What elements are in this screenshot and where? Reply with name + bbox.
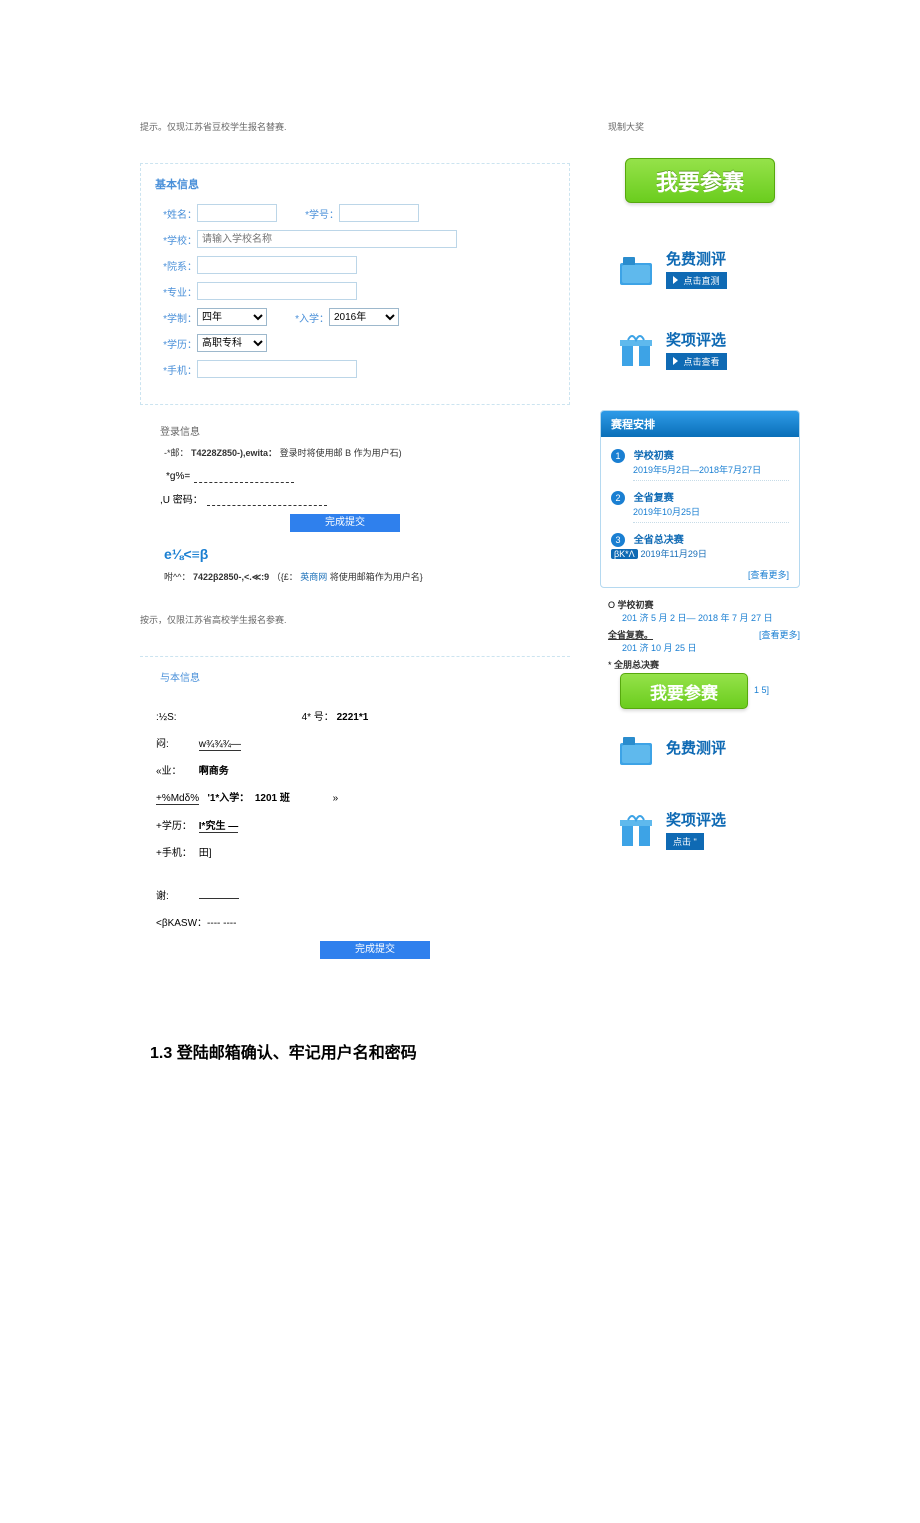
pwd-label: *g%= (166, 471, 190, 482)
hint-right: 现制大奖 (608, 120, 800, 133)
f2-mail-underline (199, 887, 239, 899)
submit-button-2[interactable]: 完成提交 (320, 941, 430, 959)
link-text[interactable]: 英商网 (300, 572, 327, 582)
award-item[interactable]: 奖项评选 点击查看 (600, 329, 800, 370)
award-tag-2[interactable]: 点击 " (666, 833, 704, 850)
award-item-2[interactable]: 奖项评选 点击 " (600, 809, 800, 850)
folder-icon (616, 249, 656, 289)
sch-num-1: 1 (611, 449, 625, 463)
award-tag[interactable]: 点击查看 (666, 353, 727, 370)
dept-label: 院系： (155, 258, 197, 273)
f2-mail-label: 谢: (156, 887, 196, 902)
sch-title-3: 全省总决赛 (634, 535, 684, 546)
join-button[interactable]: 我要参赛 (625, 158, 775, 203)
login-note: -*邮： T4228Z850-),ewita： 登录时将使用邮 B 作为用户石) (164, 446, 570, 459)
degree-label: 学历： (155, 336, 197, 351)
schedule-more[interactable]: [查看更多] (611, 568, 789, 581)
f2-name-label: :½S: (156, 712, 196, 723)
sch-date-2: 2019年10月25日 (633, 505, 789, 523)
gift-icon (616, 330, 656, 370)
free-eval-item[interactable]: 免费测评 点击直测 (600, 248, 800, 289)
submit-button-1[interactable]: 完成提交 (290, 514, 400, 532)
sch-num-2: 2 (611, 491, 625, 505)
phone-label: 手机： (155, 362, 197, 377)
login-info-title: 登录信息 (160, 423, 570, 438)
major-label: 专业： (155, 284, 197, 299)
gift-icon (616, 810, 656, 850)
hint-top: 提示。仅现江苏省豆校学生报名替赛. (140, 120, 570, 133)
name-input[interactable] (197, 204, 277, 222)
f2-degree-label: +学历： (156, 817, 196, 832)
sub-more-3[interactable]: 1 5] (754, 685, 769, 695)
sub-schedule: O 学校初赛 201 济 5 月 2 日— 2018 年 7 月 27 日 全省… (600, 598, 800, 709)
basic-info-form: 基本信息 姓名： 学号： 学校： 院系： 专业： 学制： (140, 163, 570, 405)
sch-date-1: 2019年5月2日—2018年7月27日 (633, 463, 789, 481)
schooling-label: 学制： (155, 310, 197, 325)
sch-num-3: 3 (611, 533, 625, 547)
school-input[interactable] (197, 230, 457, 248)
f2-degree-value: I*究生 — (199, 821, 238, 833)
section-heading-1-3: 1.3 登陆邮箱确认、牢记用户名和密码 (150, 1039, 570, 1063)
sub-mark-1: O (608, 600, 615, 610)
e-heading: e⅛<≡β (164, 546, 570, 562)
bk-tag: βK*Λ (611, 549, 638, 559)
enroll-label: 入学： (287, 310, 329, 325)
sch-title-2: 全省复赛 (634, 493, 674, 504)
join-button-2[interactable]: 我要参赛 (620, 673, 748, 709)
form-2: 与本信息 :½S: 4* 号： 2221*1 闷: w¾¾¾— «业： 啊商务 (140, 656, 570, 959)
hint-mid: 按示，仅限江苏省高校学生报名参赛. (140, 613, 570, 626)
phone-input[interactable] (197, 360, 357, 378)
sch-title-1: 学校初赛 (634, 451, 674, 462)
free-eval-item-2[interactable]: 免费测评 (600, 729, 800, 769)
sub-mark-3: * (608, 660, 612, 670)
basic-info-title: 基本信息 (155, 176, 555, 192)
e-note: 咐^^： 7422β2850-,<.≪:9 （{£： 英商网 将使用邮箱作为用户… (164, 570, 570, 583)
sch-date-3: 2019年11月29日 (640, 549, 706, 559)
pwd-input[interactable] (194, 469, 294, 483)
f2-id-label: 4* 号： (302, 712, 334, 723)
pwd2-label: ,U 密码： (160, 491, 203, 506)
f2-sch-label: +%Mdδ% (156, 793, 199, 805)
free-eval-title-2: 免费测评 (666, 737, 726, 758)
award-title: 奖项评选 (666, 329, 727, 350)
f2-id-value: 2221*1 (337, 712, 369, 723)
id-label: 学号： (297, 206, 339, 221)
school-label: 学校： (155, 232, 197, 247)
sub-title-3: 全朋总决赛 (614, 660, 659, 670)
schooling-select[interactable]: 四年 (197, 308, 267, 326)
name-label: 姓名： (155, 206, 197, 221)
sub-date-1: 201 济 5 月 2 日— 2018 年 7 月 27 日 (622, 611, 800, 624)
sub-date-2: 201 济 10 月 25 日 (622, 641, 800, 654)
f2-phone-value: 田] (199, 848, 212, 859)
f2-major-value: 啊商务 (199, 766, 229, 777)
folder-icon (616, 729, 656, 769)
form2-title: 与本信息 (160, 669, 570, 684)
major-input[interactable] (197, 282, 357, 300)
f2-enroll-value: 1201 班 (255, 793, 290, 804)
free-eval-tag[interactable]: 点击直测 (666, 272, 727, 289)
pwd2-input[interactable] (207, 492, 327, 506)
f2-phone-label: +手机： (156, 844, 196, 859)
f2-dept-value: w¾¾¾— (199, 739, 241, 751)
dept-input[interactable] (197, 256, 357, 274)
award-title-2: 奖项评选 (666, 809, 726, 830)
degree-select[interactable]: 高职专科 (197, 334, 267, 352)
id-input[interactable] (339, 204, 419, 222)
sub-title-2: 全省复赛。 (608, 630, 653, 640)
f2-sch-side: '1*入学： (207, 793, 249, 804)
f2-dept-label: 闷: (156, 735, 196, 750)
sub-title-1: 学校初赛 (618, 600, 654, 610)
schedule-head: 赛程安排 (601, 411, 799, 437)
schedule-panel: 赛程安排 1 学校初赛 2019年5月2日—2018年7月27日 2 全省复赛 … (600, 410, 800, 588)
f2-major-label: «业： (156, 762, 196, 777)
enroll-select[interactable]: 2016年 (329, 308, 399, 326)
f2-bk-value: <βKASW：---- ---- (156, 918, 236, 929)
sub-more-2[interactable]: [査看更多] (759, 628, 800, 641)
free-eval-title: 免费测评 (666, 248, 727, 269)
